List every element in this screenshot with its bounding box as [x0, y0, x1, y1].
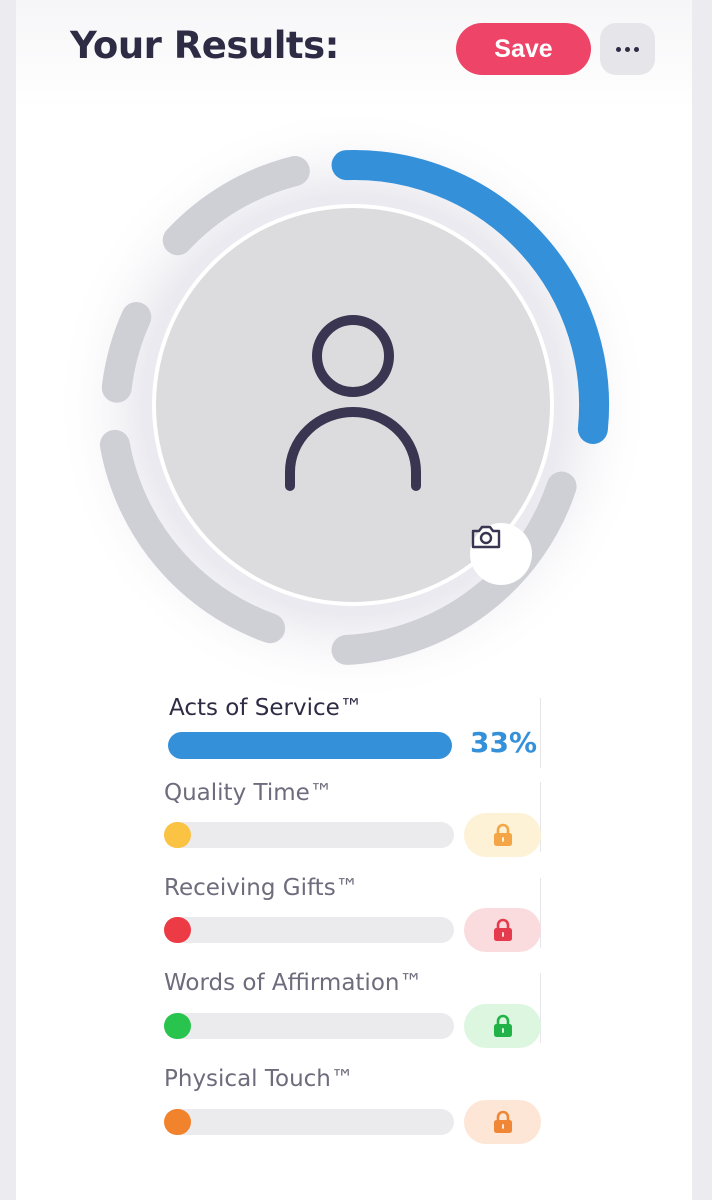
- result-label: Receiving Gifts™: [164, 875, 359, 901]
- result-dot: [164, 917, 191, 943]
- save-button[interactable]: Save: [456, 23, 591, 75]
- unlock-button-physical-touch[interactable]: [464, 1100, 541, 1144]
- ring-segment-words-of-affirmation: [101, 302, 152, 403]
- lock-icon: [493, 1110, 512, 1133]
- camera-icon: [471, 525, 501, 549]
- divider: [540, 698, 541, 768]
- results-ring: [40, 92, 670, 722]
- more-options-button[interactable]: [600, 23, 655, 75]
- unlock-button-receiving-gifts[interactable]: [464, 908, 541, 952]
- result-label: Quality Time™: [164, 780, 333, 806]
- unlock-button-words-of-affirmation[interactable]: [464, 1004, 541, 1048]
- result-dot: [164, 822, 191, 848]
- more-icon-dot: [616, 46, 621, 52]
- page-title: Your Results:: [70, 24, 339, 67]
- result-label: Physical Touch™: [164, 1066, 354, 1092]
- result-dot: [164, 1109, 191, 1135]
- more-icon-dot: [625, 46, 630, 52]
- divider: [540, 973, 541, 1043]
- result-label: Words of Affirmation™: [164, 970, 423, 996]
- result-track: [164, 917, 454, 943]
- result-track: [164, 1013, 454, 1039]
- more-icon-dot: [634, 46, 639, 52]
- divider: [540, 878, 541, 948]
- lock-icon: [493, 1014, 512, 1037]
- result-dot: [164, 1013, 191, 1039]
- result-percent: 33%: [470, 726, 538, 759]
- result-fill-bar: [168, 732, 452, 759]
- camera-button[interactable]: [470, 523, 532, 585]
- result-track: [164, 822, 454, 848]
- result-track: [164, 1109, 454, 1135]
- lock-icon: [493, 918, 512, 941]
- unlock-button-quality-time[interactable]: [464, 813, 541, 857]
- divider: [540, 782, 541, 852]
- lock-icon: [493, 823, 512, 846]
- result-label: Acts of Service™: [169, 695, 363, 721]
